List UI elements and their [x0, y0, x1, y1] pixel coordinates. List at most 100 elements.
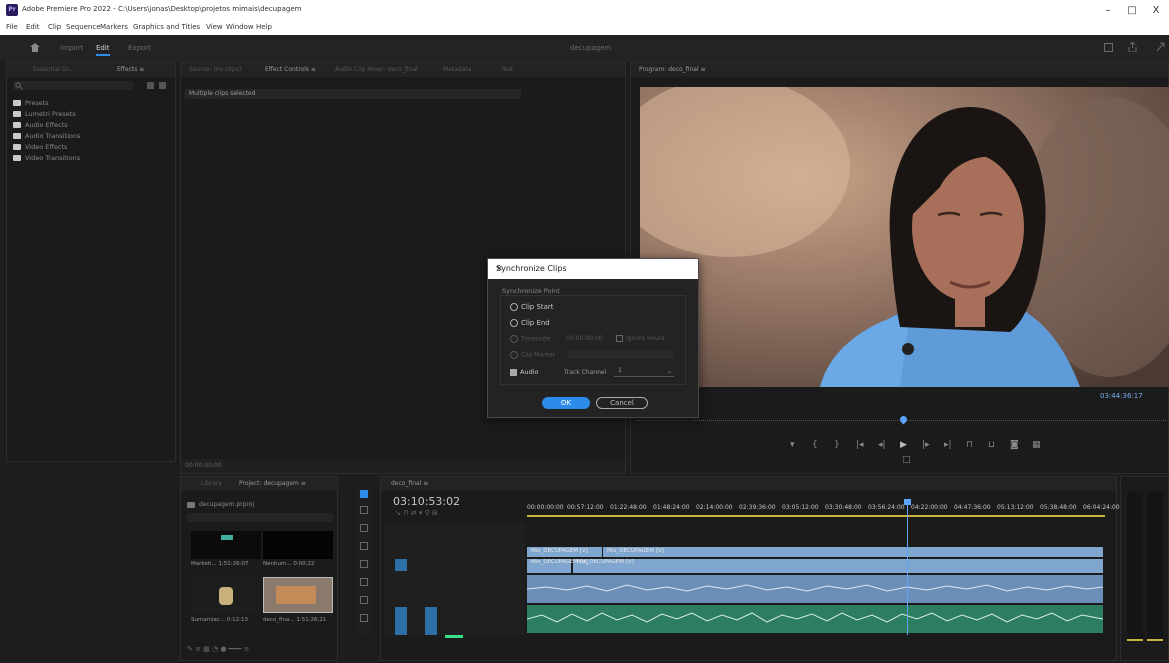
a1-source-patch[interactable]	[395, 607, 407, 635]
ruler-label: 05:38:48:00	[1040, 504, 1077, 511]
timeline-playhead[interactable]	[907, 499, 908, 635]
timeline-timecode[interactable]: 03:10:53:02	[393, 495, 460, 508]
audio-checkbox[interactable]: Audio	[510, 368, 538, 376]
tab-essential-graphics[interactable]: Essential Gr...	[33, 66, 74, 73]
lift-icon[interactable]: ⊓	[966, 440, 973, 450]
project-panel: Library Project: decupagem ≡ decupagem.p…	[180, 476, 338, 661]
tab-library[interactable]: Library	[201, 480, 222, 487]
project-item-thumb-3[interactable]	[191, 577, 261, 613]
timecode-field[interactable]: 00:00:00:00	[566, 335, 603, 342]
time-ruler[interactable]: 00:00:00:00 00:57:12:00 01:22:48:00 01:4…	[527, 499, 1120, 519]
maximize-button[interactable]: □	[1124, 5, 1140, 16]
yuv-effects-icon[interactable]	[159, 82, 166, 89]
step-forward-icon[interactable]: |▸	[922, 440, 930, 450]
accelerated-effects-icon[interactable]	[147, 82, 154, 89]
menu-file[interactable]: File	[6, 23, 18, 31]
menu-help[interactable]: Help	[256, 23, 272, 31]
ok-button[interactable]: OK	[542, 397, 590, 409]
tab-sequence[interactable]: deco_final ≡	[391, 480, 428, 487]
export-frame-icon[interactable]: ◙	[1010, 440, 1019, 450]
video-clip[interactable]	[603, 547, 1103, 557]
extract-icon[interactable]: ⊔	[988, 440, 995, 450]
mark-in-icon[interactable]: {	[812, 440, 818, 450]
slip-tool-icon[interactable]	[360, 560, 368, 568]
close-window-button[interactable]: X	[1148, 5, 1164, 16]
a2-source-patch[interactable]	[425, 607, 437, 635]
video-clip[interactable]	[573, 559, 1103, 573]
project-item-thumb-4[interactable]	[263, 577, 333, 613]
folder-icon	[13, 155, 21, 161]
playhead-handle[interactable]	[904, 499, 911, 505]
ignore-hours-checkbox[interactable]: Ignore Hours	[616, 335, 665, 342]
home-icon[interactable]	[30, 43, 40, 52]
workspace-tab-edit[interactable]: Edit	[96, 44, 110, 56]
track-select-tool-icon[interactable]	[360, 506, 368, 514]
timeline-toolbar[interactable]: ↘ ⊓ ⇄ ▾ ⚲ ⊞	[395, 509, 438, 517]
program-video-frame[interactable]	[640, 87, 1169, 387]
tab-project[interactable]: Project: decupagem ≡	[239, 480, 306, 487]
pen-tool-icon[interactable]	[360, 578, 368, 586]
radio-clip-start[interactable]: Clip Start	[510, 303, 554, 311]
share-icon[interactable]	[1128, 41, 1137, 53]
menu-graphics[interactable]: Graphics and Titles	[133, 23, 200, 31]
menu-view[interactable]: View	[206, 23, 223, 31]
tracks-area[interactable]: Mix_DECUPAGEM [V] Mix_DECUPAGEM [V] Mix_…	[527, 499, 1105, 635]
play-icon[interactable]: ▶	[900, 440, 907, 450]
project-footer-tools[interactable]: ✎ ≡ ▦ ◔ ● ━━━ ≡	[187, 645, 333, 657]
tab-source[interactable]: Source: (no clips)	[189, 66, 241, 73]
expand-icon[interactable]	[1156, 42, 1165, 52]
mark-out-icon[interactable]: }	[834, 440, 840, 450]
button-editor-icon[interactable]: □	[902, 455, 911, 465]
step-back-icon[interactable]: ◂|	[878, 440, 886, 450]
folder-lumetri-presets[interactable]: Lumetri Presets	[13, 110, 76, 118]
compare-view-icon[interactable]: ▦	[1032, 440, 1041, 450]
menu-markers[interactable]: Markers	[100, 23, 128, 31]
ripple-edit-tool-icon[interactable]	[360, 524, 368, 532]
workspace-tab-export[interactable]: Export	[128, 44, 151, 52]
menu-edit[interactable]: Edit	[26, 23, 40, 31]
minimize-button[interactable]: –	[1100, 5, 1116, 16]
clip-marker-dropdown[interactable]	[568, 350, 674, 359]
menu-clip[interactable]: Clip	[48, 23, 61, 31]
workspace-tab-import[interactable]: Import	[60, 44, 83, 52]
folder-icon	[13, 100, 21, 106]
v1-source-patch[interactable]	[395, 559, 407, 571]
folder-audio-transitions[interactable]: Audio Transitions	[13, 132, 80, 140]
razor-tool-icon[interactable]	[360, 542, 368, 550]
radio-clip-marker[interactable]: Clip Marker	[510, 351, 555, 359]
folder-video-transitions[interactable]: Video Transitions	[13, 154, 80, 162]
folder-presets[interactable]: Presets	[13, 99, 49, 107]
type-tool-icon[interactable]	[360, 614, 368, 622]
project-item-thumb-1[interactable]	[191, 531, 261, 559]
menu-sequence[interactable]: Sequence	[66, 23, 101, 31]
track-channel-dropdown[interactable]: 1 ⌄	[614, 367, 674, 377]
project-item-thumb-2[interactable]	[263, 531, 333, 559]
folder-video-effects[interactable]: Video Effects	[13, 143, 67, 151]
folder-audio-effects[interactable]: Audio Effects	[13, 121, 68, 129]
tab-effects[interactable]: Effects ≡	[117, 66, 144, 73]
ruler-label: 05:13:12:00	[997, 504, 1034, 511]
work-area-bar[interactable]	[527, 515, 1105, 517]
layout-icon[interactable]	[1104, 43, 1113, 52]
radio-timecode[interactable]: Timecode	[510, 335, 550, 343]
menu-window[interactable]: Window	[226, 23, 254, 31]
clip-selector[interactable]: Multiple clips selected	[185, 89, 521, 99]
cancel-button[interactable]: Cancel	[596, 397, 648, 409]
selection-tool-icon[interactable]	[360, 490, 368, 498]
go-to-out-icon[interactable]: ▸|	[944, 440, 952, 450]
folder-icon	[13, 122, 21, 128]
hand-tool-icon[interactable]	[360, 596, 368, 604]
tab-text[interactable]: Text	[501, 66, 513, 73]
tab-program[interactable]: Program: deco_final ≡	[639, 66, 706, 73]
tab-audio-clip-mixer[interactable]: Audio Clip Mixer: deco_final	[335, 66, 418, 73]
radio-clip-end[interactable]: Clip End	[510, 319, 550, 327]
tab-effect-controls[interactable]: Effect Controls ≡	[265, 66, 316, 73]
video-still-image	[640, 87, 1169, 387]
add-marker-icon[interactable]: ▾	[790, 440, 795, 450]
project-search-input[interactable]	[187, 513, 333, 522]
folder-icon	[13, 133, 21, 139]
tab-metadata[interactable]: Metadata	[443, 66, 471, 73]
effects-search-input[interactable]	[13, 81, 133, 90]
dialog-close-icon[interactable]: ✕	[496, 264, 690, 273]
go-to-in-icon[interactable]: |◂	[856, 440, 864, 450]
